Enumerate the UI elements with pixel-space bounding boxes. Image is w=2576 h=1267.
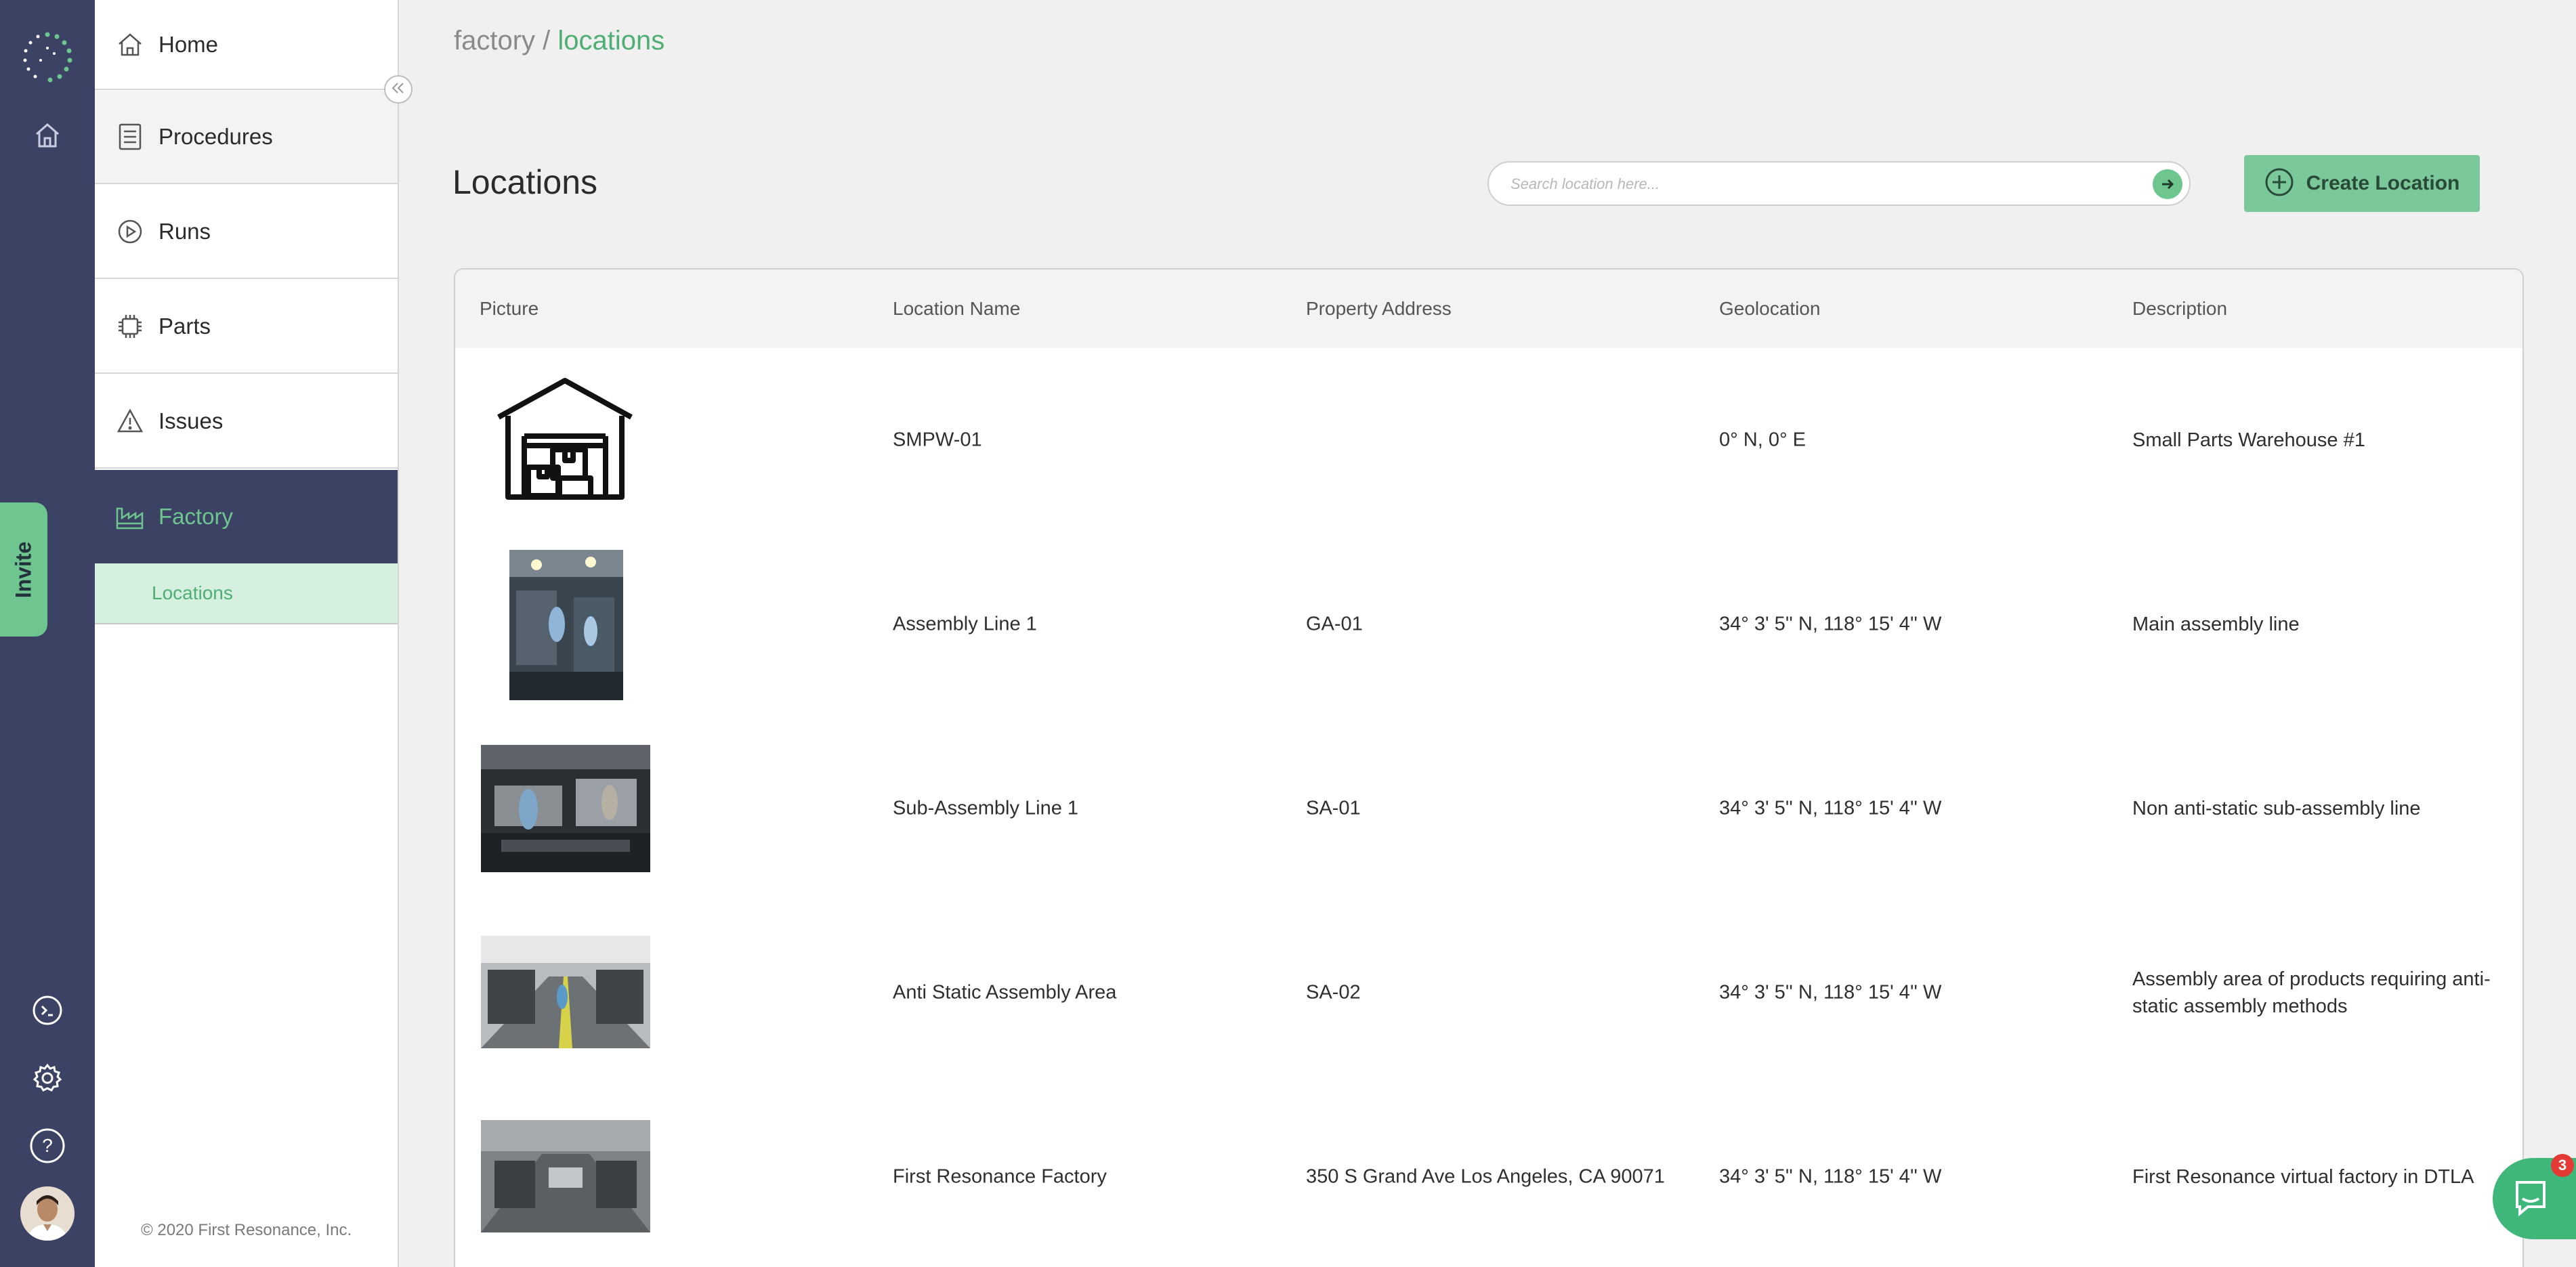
column-header-geolocation[interactable]: Geolocation [1719, 298, 1820, 320]
sidebar-subitem-label: Locations [152, 582, 233, 603]
sidebar-item-home[interactable]: Home [95, 0, 398, 90]
collapse-sidebar-button[interactable] [384, 75, 413, 104]
svg-text:?: ? [42, 1135, 53, 1156]
sidebar-item-issues[interactable]: Issues [95, 375, 398, 469]
create-location-button[interactable]: Create Location [2244, 155, 2480, 212]
play-circle-icon [115, 217, 145, 246]
sidebar-item-label: Runs [159, 219, 211, 244]
help-icon[interactable]: ? [0, 1124, 95, 1167]
invite-tab[interactable]: Invite [0, 502, 47, 637]
table-row[interactable]: SMPW-01 0° N, 0° E Small Parts Warehouse… [455, 348, 2522, 534]
plus-circle-icon [2264, 167, 2294, 200]
search-input[interactable] [1509, 168, 2121, 200]
property-address-cell: GA-01 [1306, 613, 1363, 635]
chat-icon [2510, 1177, 2551, 1221]
sidebar-item-label: Parts [159, 314, 211, 339]
create-location-label: Create Location [2306, 172, 2460, 194]
double-chevron-left-icon [391, 82, 406, 98]
sidebar-item-label: Home [159, 31, 219, 57]
settings-gear-icon[interactable] [0, 1058, 95, 1098]
factory-icon [115, 502, 145, 532]
arrow-right-icon [2162, 179, 2174, 190]
invite-label: Invite [11, 541, 36, 598]
sidebar-item-factory[interactable]: Factory [95, 470, 398, 563]
copyright-text: © 2020 First Resonance, Inc. [141, 1221, 352, 1239]
warning-icon [115, 406, 145, 436]
geolocation-cell: 34° 3' 5'' N, 118° 15' 4'' W [1719, 797, 1942, 819]
location-name-cell[interactable]: SMPW-01 [893, 429, 982, 452]
location-name-cell[interactable]: Anti Static Assembly Area [893, 982, 1116, 1004]
search-submit-button[interactable] [2153, 169, 2182, 199]
page-title: Locations [452, 163, 598, 201]
description-cell: First Resonance virtual factory in DTLA [2132, 1166, 2474, 1188]
breadcrumb-separator: / [543, 26, 551, 56]
search-bar [1487, 161, 2191, 206]
location-name-cell[interactable]: Assembly Line 1 [893, 614, 1037, 636]
location-name-cell[interactable]: First Resonance Factory [893, 1166, 1107, 1188]
locations-table: Picture Location Name Property Address G… [454, 268, 2524, 1267]
chip-icon [115, 312, 145, 341]
location-name-cell[interactable]: Sub-Assembly Line 1 [893, 798, 1078, 820]
table-row[interactable]: Assembly Line 1 GA-01 34° 3' 5'' N, 118°… [455, 532, 2522, 718]
property-address-cell: SA-02 [1306, 981, 1361, 1004]
notification-badge: 3 [2551, 1154, 2574, 1177]
sidebar-subitem-locations[interactable]: Locations [95, 563, 398, 624]
sidebar-item-parts[interactable]: Parts [95, 280, 398, 374]
table-header: Picture Location Name Property Address G… [455, 270, 2522, 349]
warehouse-icon [493, 377, 637, 501]
geolocation-cell: 0° N, 0° E [1719, 429, 1806, 451]
description-cell: Main assembly line [2132, 614, 2300, 635]
sidebar-item-label: Issues [159, 408, 224, 433]
sidebar-item-label: Procedures [159, 124, 273, 149]
geolocation-cell: 34° 3' 5'' N, 118° 15' 4'' W [1719, 613, 1942, 635]
column-header-description[interactable]: Description [2132, 298, 2227, 320]
description-cell: Small Parts Warehouse #1 [2132, 429, 2365, 451]
sidebar-item-label: Factory [159, 504, 234, 529]
home-icon[interactable] [0, 115, 95, 156]
breadcrumb: factory / locations [454, 26, 664, 56]
breadcrumb-root[interactable]: factory [454, 26, 535, 56]
geolocation-cell: 34° 3' 5'' N, 118° 15' 4'' W [1719, 981, 1942, 1004]
terminal-icon[interactable] [0, 990, 95, 1031]
sidebar-item-runs[interactable]: Runs [95, 186, 398, 279]
user-avatar[interactable] [20, 1186, 75, 1241]
column-header-picture[interactable]: Picture [480, 298, 539, 320]
location-photo [509, 550, 623, 700]
property-address-cell: 350 S Grand Ave Los Angeles, CA 90071 [1306, 1165, 1665, 1188]
table-row[interactable]: First Resonance Factory 350 S Grand Ave … [455, 1085, 2522, 1267]
sidebar-item-procedures[interactable]: Procedures [95, 91, 398, 184]
location-photo [481, 1120, 650, 1232]
home-icon [115, 30, 145, 60]
location-photo [481, 936, 650, 1048]
sidebar: Home Procedures Runs Parts Issues Factor… [95, 0, 399, 1267]
column-header-property-address[interactable]: Property Address [1306, 298, 1452, 320]
app-logo-icon[interactable] [0, 27, 95, 88]
description-cell: Assembly area of products requiring anti… [2132, 968, 2491, 1017]
property-address-cell: SA-01 [1306, 797, 1361, 819]
location-photo [481, 745, 650, 872]
breadcrumb-current[interactable]: locations [557, 26, 664, 56]
table-row[interactable]: Sub-Assembly Line 1 SA-01 34° 3' 5'' N, … [455, 716, 2522, 903]
description-cell: Non anti-static sub-assembly line [2132, 798, 2421, 819]
column-header-location-name[interactable]: Location Name [893, 298, 1020, 320]
table-row[interactable]: Anti Static Assembly Area SA-02 34° 3' 5… [455, 901, 2522, 1087]
geolocation-cell: 34° 3' 5'' N, 118° 15' 4'' W [1719, 1165, 1942, 1188]
document-icon [115, 122, 145, 152]
